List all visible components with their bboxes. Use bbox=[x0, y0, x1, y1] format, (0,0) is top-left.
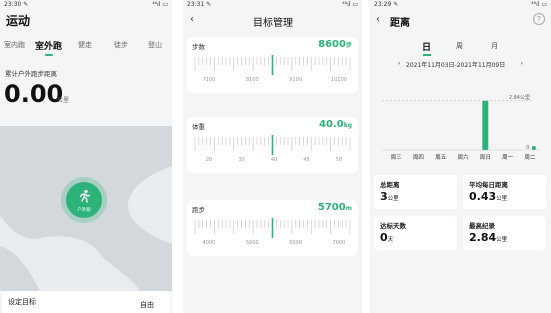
tab-walk[interactable]: 健走 bbox=[78, 40, 92, 50]
stat-value: 3公里 bbox=[380, 190, 399, 203]
ruler-tick-label: 7100 bbox=[203, 77, 216, 83]
page-title: 运动 bbox=[6, 14, 31, 28]
stat-value: 0天 bbox=[380, 231, 394, 244]
distance-screen: 23:29 ✎ ⁴⁶ıl ▭ ‹ 距离 ? 日 周 月 ‹ 2021年11月03… bbox=[370, 0, 551, 313]
goal-setting-row[interactable]: 设定目标 自由 bbox=[2, 291, 170, 313]
weight-ruler-slider[interactable]: 20 30 40 45 50 bbox=[187, 117, 358, 173]
period-indicator bbox=[423, 54, 431, 56]
ruler-tick-label: 5000 bbox=[246, 240, 259, 246]
goal-value: 自由 bbox=[140, 301, 154, 309]
start-run-button[interactable]: 户外跑 bbox=[66, 182, 102, 218]
ruler-tick-label: 40 bbox=[271, 157, 277, 163]
stat-label: 平均每日距离 bbox=[469, 181, 508, 189]
stat-label: 达标天数 bbox=[380, 222, 406, 230]
help-circle-icon[interactable]: ? bbox=[533, 13, 545, 25]
next-range-button[interactable]: › bbox=[521, 60, 523, 67]
ruler-tick-label: 6000 bbox=[289, 240, 302, 246]
stat-label: 最高纪录 bbox=[469, 222, 495, 230]
status-icons: ⁴⁶ıl ▭ bbox=[531, 1, 547, 8]
tab-outdoor-run[interactable]: 室外跑 bbox=[35, 39, 62, 52]
tab-indoor-run[interactable]: 室内跑 bbox=[4, 40, 25, 50]
ruler-tick-label: 7000 bbox=[333, 240, 346, 246]
stat-average-distance: 平均每日距离 0.43公里 bbox=[463, 175, 546, 209]
date-range: 2021年11月03日-2021年11月09日 bbox=[406, 62, 506, 69]
x-tick-label: 周一 bbox=[502, 154, 514, 161]
stat-total-distance: 总距离 3公里 bbox=[374, 175, 457, 209]
start-run-label: 户外跑 bbox=[77, 208, 91, 213]
page-title: 目标管理 bbox=[253, 18, 293, 29]
goal-management-screen: 23:31 ✎ ⁴⁶ıl ▭ ‹ 目标管理 步数 8600步 7100 8100 9… bbox=[183, 0, 362, 313]
today-marker bbox=[531, 146, 536, 150]
running-person-icon bbox=[77, 188, 91, 203]
weight-goal-card: 体重 40.0kg 20 30 40 45 50 bbox=[187, 117, 358, 173]
x-tick-label: 周三 bbox=[391, 154, 403, 161]
steps-ruler-slider[interactable]: 7100 8100 9100 10100 bbox=[187, 37, 358, 93]
ruler-tick-label: 10100 bbox=[331, 77, 347, 83]
stat-best-record: 最高纪录 2.84公里 bbox=[463, 216, 546, 250]
ruler-tick-label: 50 bbox=[336, 157, 342, 163]
status-bar: 23:29 ✎ ⁴⁶ıl ▭ bbox=[374, 1, 547, 10]
x-tick-label: 周六 bbox=[457, 153, 469, 161]
ruler-tick-label: 45 bbox=[303, 157, 309, 163]
max-label: 2.84公里 bbox=[509, 95, 530, 101]
date-range-row: ‹ 2021年11月03日-2021年11月09日 › bbox=[370, 60, 551, 70]
ruler-tick-label: 4000 bbox=[203, 240, 216, 246]
x-tick-label: 周四 bbox=[413, 154, 424, 161]
bar[interactable] bbox=[482, 100, 489, 150]
status-time: 23:31 ✎ bbox=[187, 1, 212, 8]
running-goal-card: 跑步 5700m 4000 5000 6000 7000 bbox=[187, 200, 358, 256]
status-time: 23:29 ✎ bbox=[374, 1, 399, 8]
stat-value: 0.43公里 bbox=[469, 190, 508, 203]
x-tick-label: 周二 bbox=[524, 154, 536, 161]
back-button[interactable]: ‹ bbox=[190, 14, 194, 25]
distance-value: 0.00 bbox=[4, 80, 64, 108]
tab-week[interactable]: 周 bbox=[456, 41, 463, 51]
x-tick-label: 周日 bbox=[480, 154, 491, 161]
ruler-tick-label: 30 bbox=[238, 157, 244, 163]
prev-range-button[interactable]: ‹ bbox=[398, 60, 400, 67]
stat-value: 2.84公里 bbox=[469, 231, 508, 244]
today-value-label: 0 bbox=[526, 145, 529, 151]
tab-indicator bbox=[45, 54, 53, 56]
ruler-tick-label: 9100 bbox=[289, 77, 302, 83]
x-tick-label: 周五 bbox=[435, 154, 447, 161]
ruler-tick-label: 20 bbox=[206, 157, 212, 163]
status-bar: 23:31 ✎ ⁴⁶ıl ▭ bbox=[187, 1, 358, 10]
status-time: 23:30 ✎ bbox=[4, 1, 29, 8]
sport-tabs: 室内跑 室外跑 健走 徒步 登山 bbox=[0, 40, 172, 54]
tab-month[interactable]: 月 bbox=[491, 41, 498, 51]
screenshot-collage: 23:30 ✎ ⁴⁶ıl ▭ 运动 室内跑 室外跑 健走 徒步 登山 累计户外跑… bbox=[0, 0, 551, 313]
sport-screen: 23:30 ✎ ⁴⁶ıl ▭ 运动 室内跑 室外跑 健走 徒步 登山 累计户外跑… bbox=[0, 0, 172, 313]
stat-label: 总距离 bbox=[380, 181, 400, 189]
tab-hike[interactable]: 徒步 bbox=[114, 40, 128, 50]
tab-climb[interactable]: 登山 bbox=[148, 40, 162, 50]
page-title: 距离 bbox=[390, 18, 410, 29]
steps-goal-card: 步数 8600步 7100 8100 9100 10100 bbox=[187, 37, 358, 93]
running-ruler-slider[interactable]: 4000 5000 6000 7000 bbox=[187, 200, 358, 256]
ruler-tick-label: 8100 bbox=[246, 77, 259, 83]
distance-bar-chart: 2.84公里周三 周四 周五 周六 周日 周一 周二 0 bbox=[382, 95, 540, 161]
status-icons: ⁴⁶ıl ▭ bbox=[152, 1, 168, 8]
status-icons: ⁴⁶ıl ▭ bbox=[342, 1, 358, 8]
distance-unit: 公里 bbox=[57, 97, 70, 104]
back-button[interactable]: ‹ bbox=[376, 14, 380, 25]
goal-label: 设定目标 bbox=[8, 298, 36, 306]
distance-label: 累计户外跑步距离 bbox=[5, 70, 57, 78]
stat-goal-days: 达标天数 0天 bbox=[374, 216, 457, 250]
status-bar: 23:30 ✎ ⁴⁶ıl ▭ bbox=[4, 1, 168, 10]
tab-day[interactable]: 日 bbox=[422, 40, 431, 53]
